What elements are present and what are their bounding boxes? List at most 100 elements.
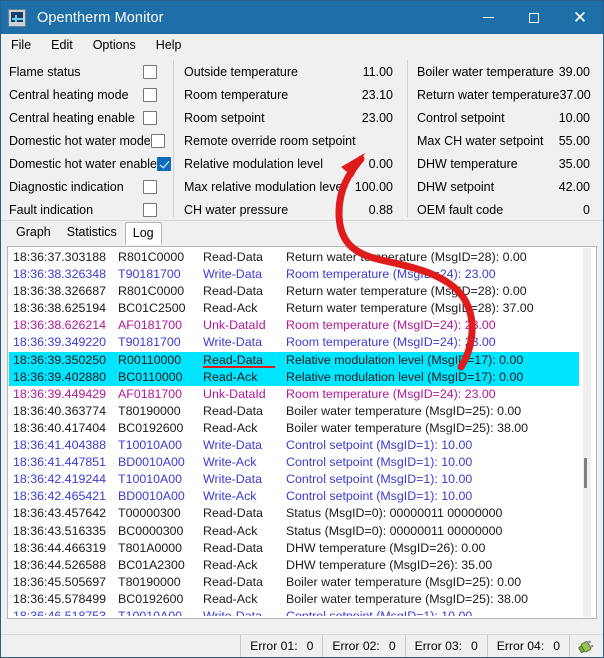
log-row[interactable]: 18:36:46.518753 T10010A00 Write-Data Contro…: [9, 608, 580, 616]
log-message: Boiler water temperature (MsgID=25): 38.…: [286, 420, 529, 435]
log-message: DHW temperature (MsgID=26): 0.00: [286, 540, 486, 555]
log-row[interactable]: 18:36:39.449429 AF0181700 Unk-DataId Room t…: [9, 386, 580, 403]
close-icon[interactable]: ✕: [557, 1, 603, 34]
log-row[interactable]: 18:36:41.404388 T10010A00 Write-Data Contro…: [9, 437, 580, 454]
tab-log[interactable]: Log: [124, 222, 162, 245]
status-flag-row: Central heating mode: [9, 83, 173, 106]
status-value-label: Max relative modulation level: [184, 179, 346, 194]
log-frame: AF0181700: [118, 386, 183, 401]
log-timestamp: 18:36:42.419244: [13, 472, 107, 487]
log-row[interactable]: 18:36:40.363774 T80190000 Read-Data Boiler …: [9, 403, 580, 420]
log-message-type: Write-Ack: [203, 489, 257, 504]
log-row[interactable]: 18:36:45.578499 BC0192600 Read-Ack Boiler w…: [9, 591, 580, 608]
log-frame: T801A0000: [118, 540, 183, 555]
log-message: Return water temperature (MsgID=28): 37.…: [286, 301, 534, 316]
menu-item-file[interactable]: File: [9, 36, 40, 54]
log-row[interactable]: 18:36:43.516335 BC0000300 Read-Ack Status (…: [9, 523, 580, 540]
status-value-row: Remote override room setpoint: [184, 129, 406, 152]
log-row[interactable]: 18:36:38.326687 R801C0000 Read-Data Return …: [9, 283, 580, 300]
log-timestamp: 18:36:44.526588: [13, 557, 107, 572]
log-message-type: Read-Ack: [203, 420, 258, 435]
log-message-type: Write-Data: [203, 335, 262, 350]
log-frame: BC0192600: [118, 591, 184, 606]
log-row[interactable]: 18:36:44.466319 T801A0000 Read-Data DHW tem…: [9, 540, 580, 557]
log-frame: BD0010A00: [118, 489, 185, 504]
status-flag-checkbox[interactable]: [143, 87, 157, 102]
log-row[interactable]: 18:36:39.349220 T90181700 Write-Data Room t…: [9, 334, 580, 351]
status-value-row: Boiler water temperature 39.00: [417, 60, 603, 83]
status-flag-checkbox[interactable]: [157, 156, 171, 171]
status-flag-label: Central heating mode: [9, 87, 129, 102]
log-frame: BD0010A00: [118, 455, 185, 470]
log-row[interactable]: 18:36:40.417404 BC0192600 Read-Ack Boiler w…: [9, 420, 580, 437]
status-bar: Error 01: 0 Error 02: 0 Error 03: 0 Erro…: [1, 634, 603, 657]
log-message: Status (MsgID=0): 00000011 00000000: [286, 523, 503, 538]
log-row[interactable]: 18:36:44.526588 BC01A2300 Read-Ack DHW temp…: [9, 557, 580, 574]
log-row[interactable]: 18:36:39.350250 R00110000 Read-Data Relativ…: [9, 351, 580, 369]
status-values-column-middle: Outside temperature 11.00 Room temperature…: [173, 60, 406, 221]
log-message: Status (MsgID=0): 00000011 00000000: [286, 506, 503, 521]
menu-item-options[interactable]: Options: [91, 36, 145, 54]
status-flag-row: Domestic hot water mode: [9, 129, 173, 152]
log-row[interactable]: 18:36:38.625194 BC01C2500 Read-Ack Return w…: [9, 300, 580, 317]
log-message-type: Read-Data: [203, 250, 263, 264]
status-flag-checkbox[interactable]: [143, 202, 157, 217]
status-value-row: Max CH water setpoint 55.00: [417, 129, 603, 152]
log-message-type: Write-Data: [203, 472, 262, 487]
log-message: Room temperature (MsgID=24): 23.00: [286, 318, 496, 333]
menu-item-edit[interactable]: Edit: [49, 36, 82, 54]
log-timestamp: 18:36:37.303188: [13, 250, 107, 264]
log-message: Control setpoint (MsgID=1): 10.00: [286, 455, 473, 470]
log-row[interactable]: 18:36:42.465421 BD0010A00 Write-Ack Control…: [9, 488, 580, 505]
tab-statistics[interactable]: Statistics: [59, 221, 125, 244]
scrollbar-track[interactable]: [583, 248, 591, 617]
log-message-type: Write-Ack: [203, 455, 257, 470]
log-message: Control setpoint (MsgID=1): 10.00: [286, 438, 473, 453]
log-message: Boiler water temperature (MsgID=25): 0.0…: [286, 403, 522, 418]
log-row[interactable]: 18:36:41.447851 BD0010A00 Write-Ack Control…: [9, 454, 580, 471]
status-flag-checkbox[interactable]: [150, 133, 165, 148]
status-value-label: CH water pressure: [184, 202, 289, 217]
status-flag-row: Diagnostic indication: [9, 175, 173, 198]
log-frame: T10010A00: [118, 608, 183, 616]
log-message-type: Read-Data: [203, 506, 263, 521]
log-message: Relative modulation level (MsgID=17): 0.…: [286, 352, 524, 367]
status-value-number: 10.00: [558, 110, 590, 125]
log-frame: R801C0000: [118, 250, 185, 264]
log-timestamp: 18:36:40.363774: [13, 403, 107, 418]
log-row[interactable]: 18:36:43.457642 T00000300 Read-Data Status …: [9, 505, 580, 522]
scrollbar-thumb[interactable]: [584, 458, 587, 488]
log-row[interactable]: 18:36:38.626214 AF0181700 Unk-DataId Room t…: [9, 317, 580, 334]
log-row[interactable]: 18:36:42.419244 T10010A00 Write-Data Contro…: [9, 471, 580, 488]
plug-connected-icon: [569, 635, 603, 657]
log-list[interactable]: 18:36:37.303188 R801C0000 Read-Data Return …: [9, 249, 580, 616]
status-value-number: 11.00: [362, 64, 393, 79]
status-value-number: 55.00: [558, 133, 590, 148]
log-row[interactable]: 18:36:38.326348 T90181700 Write-Data Room t…: [9, 266, 580, 283]
menu-item-help[interactable]: Help: [154, 36, 191, 54]
status-flag-checkbox[interactable]: [143, 64, 157, 79]
log-timestamp: 18:36:43.457642: [13, 506, 107, 521]
status-error-02-label: Error 02:: [332, 639, 380, 653]
status-value-number: 23.00: [361, 110, 393, 125]
status-value-label: OEM fault code: [417, 202, 504, 217]
status-error-01: Error 01: 0: [240, 635, 322, 657]
minimize-button[interactable]: [465, 1, 511, 34]
log-frame: T10010A00: [118, 472, 183, 487]
tab-strip: Graph Statistics Log: [1, 221, 603, 245]
maximize-button[interactable]: [511, 1, 557, 34]
log-row[interactable]: 18:36:37.303188 R801C0000 Read-Data Return …: [9, 249, 580, 266]
log-message: Control setpoint (MsgID=1): 10.00: [286, 608, 473, 616]
log-message-type: Write-Data: [203, 267, 262, 282]
log-row[interactable]: 18:36:45.505697 T80190000 Read-Data Boiler …: [9, 574, 580, 591]
log-row[interactable]: 18:36:39.402880 BC0110000 Read-Ack Relative…: [9, 368, 580, 386]
log-message-type: Write-Data: [203, 608, 262, 616]
status-value-label: Outside temperature: [184, 64, 298, 79]
log-timestamp: 18:36:46.518753: [13, 608, 107, 616]
status-flag-checkbox[interactable]: [143, 179, 157, 194]
tab-graph[interactable]: Graph: [8, 221, 59, 244]
log-scrollbar[interactable]: [579, 248, 595, 617]
status-flag-checkbox[interactable]: [143, 110, 157, 125]
app-window: Opentherm Monitor ✕ File Edit Options He…: [0, 0, 604, 658]
status-value-row: Room setpoint 23.00: [184, 106, 406, 129]
